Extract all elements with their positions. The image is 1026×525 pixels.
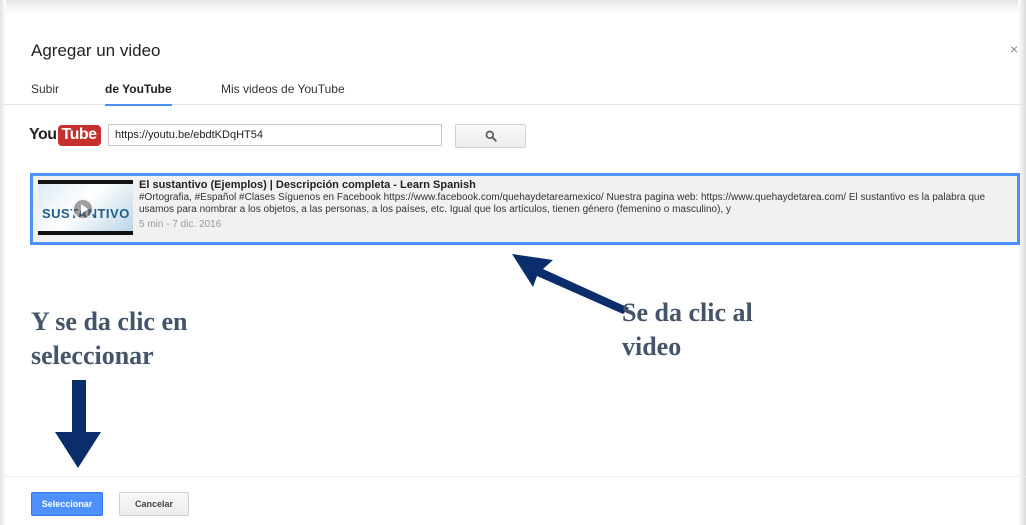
search-icon	[485, 130, 497, 142]
tab-de-youtube[interactable]: de YouTube	[105, 82, 172, 106]
annotation-left: Y se da clic en seleccionar	[31, 305, 187, 373]
annotation-left-line2: seleccionar	[31, 341, 154, 370]
cancel-button[interactable]: Cancelar	[119, 492, 189, 516]
annotation-left-line1: Y se da clic en	[31, 307, 188, 336]
dialog-title: Agregar un video	[31, 41, 161, 60]
footer-divider	[0, 476, 1026, 477]
url-search-input[interactable]	[108, 124, 442, 146]
annotation-right-line1: Se da clic al	[622, 298, 753, 327]
dialog: Agregar un video × Subir de YouTube Mis …	[0, 0, 1026, 525]
video-title: El sustantivo (Ejemplos) | Descripción c…	[139, 179, 476, 191]
annotation-right-line2: video	[622, 332, 682, 361]
youtube-logo-you: You	[29, 126, 57, 143]
play-icon	[72, 198, 94, 220]
video-meta: 5 min - 7 dic. 2016	[139, 219, 222, 230]
youtube-logo-tube: Tube	[57, 124, 101, 146]
video-description: #Ortografia, #Español #Clases Síguenos e…	[139, 192, 986, 215]
video-thumbnail: SUSTANTIVO	[38, 180, 133, 235]
arrow-down-icon	[55, 380, 101, 468]
youtube-logo: You Tube	[29, 124, 101, 146]
close-icon[interactable]: ×	[1010, 41, 1018, 57]
annotation-right: Se da clic al video	[622, 296, 753, 364]
window-top-edge	[0, 0, 1026, 14]
tab-subir[interactable]: Subir	[31, 82, 59, 104]
video-result-item[interactable]: SUSTANTIVO El sustantivo (Ejemplos) | De…	[30, 173, 1020, 245]
select-button[interactable]: Seleccionar	[31, 492, 103, 516]
arrow-to-video-icon	[512, 254, 629, 314]
search-button[interactable]	[455, 124, 526, 148]
tab-bar: Subir de YouTube Mis videos de YouTube	[0, 78, 1026, 106]
tab-mis-videos[interactable]: Mis videos de YouTube	[221, 82, 345, 104]
